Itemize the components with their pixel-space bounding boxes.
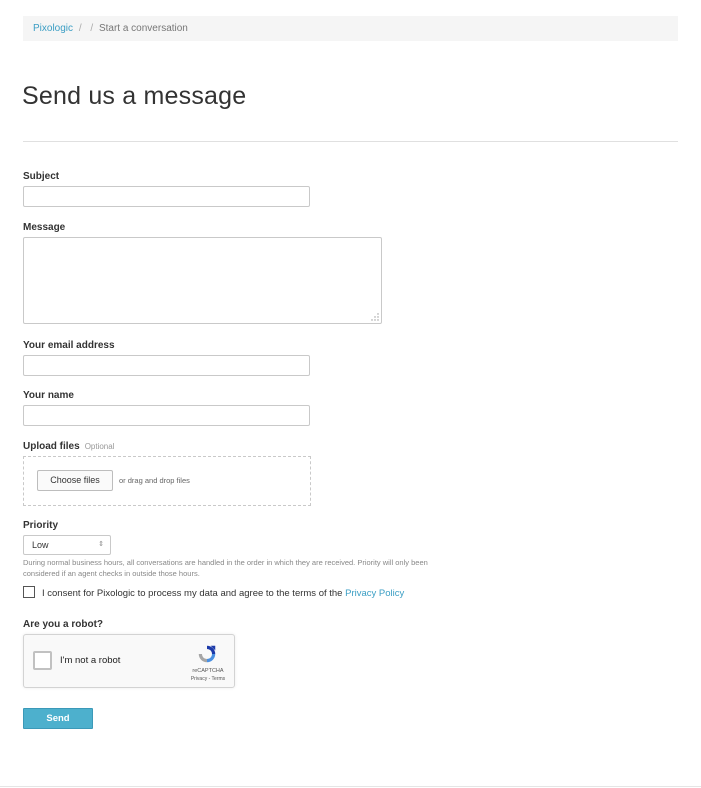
title-divider [23, 141, 678, 142]
optional-tag: Optional [84, 442, 115, 451]
robot-question: Are you a robot? [23, 619, 104, 630]
recaptcha-checkbox[interactable] [33, 651, 52, 670]
footer-divider [0, 786, 701, 787]
file-drop-zone[interactable]: Choose files or drag and drop files [23, 456, 311, 506]
consent-text: I consent for Pixologic to process my da… [42, 588, 404, 599]
breadcrumb: Pixologic / / Start a conversation [23, 16, 678, 41]
breadcrumb-separator: / [78, 23, 82, 34]
subject-label: Subject [23, 171, 60, 182]
select-arrows-icon: ⇕ [98, 541, 104, 548]
recaptcha-logo-icon [198, 645, 216, 663]
recaptcha-widget: I'm not a robot reCAPTCHA Privacy - Term… [23, 634, 235, 688]
upload-label-text: Upload files [23, 441, 80, 452]
consent-checkbox[interactable] [23, 586, 35, 598]
subject-input[interactable] [23, 186, 310, 207]
recaptcha-brand: reCAPTCHA [192, 668, 224, 674]
priority-help-text: During normal business hours, all conver… [23, 558, 428, 578]
choose-files-button[interactable]: Choose files [37, 470, 113, 491]
drag-drop-hint: or drag and drop files [119, 476, 190, 485]
upload-label: Upload files Optional [23, 441, 114, 452]
resize-grip-icon[interactable] [371, 313, 379, 321]
privacy-policy-link[interactable]: Privacy Policy [345, 588, 404, 599]
recaptcha-terms-link[interactable]: Privacy - Terms [186, 676, 230, 682]
message-label: Message [23, 222, 66, 233]
send-button[interactable]: Send [23, 708, 93, 729]
name-input[interactable] [23, 405, 310, 426]
message-textarea[interactable] [23, 237, 382, 324]
breadcrumb-current: Start a conversation [98, 23, 188, 34]
consent-text-body: I consent for Pixologic to process my da… [42, 588, 346, 599]
breadcrumb-home-link[interactable]: Pixologic [33, 23, 73, 34]
priority-select[interactable]: Low ⇕ [23, 535, 111, 555]
email-input[interactable] [23, 355, 310, 376]
name-label: Your name [23, 390, 74, 401]
priority-value: Low [32, 540, 49, 550]
priority-label: Priority [23, 520, 59, 531]
recaptcha-label: I'm not a robot [60, 655, 121, 666]
email-label: Your email address [23, 340, 115, 351]
page-title: Send us a message [22, 82, 247, 110]
breadcrumb-separator: / [90, 23, 94, 34]
